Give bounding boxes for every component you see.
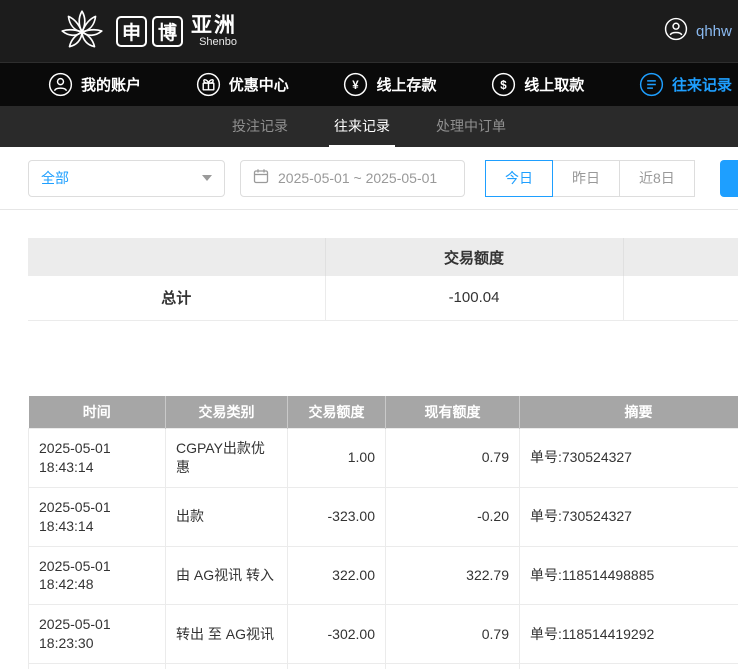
summary-total-row: 总计 -100.04 (28, 276, 738, 320)
table-cell: 302.79 (386, 664, 520, 669)
table-cell: 单号:730524327 (520, 487, 738, 546)
withdraw-coin-icon: $ (491, 72, 516, 97)
table-cell: 2025-05-01 18:23:21 (29, 664, 166, 669)
chevron-down-icon (202, 175, 212, 181)
tab-transaction-records[interactable]: 往来记录 (329, 106, 395, 147)
summary-total-blank (623, 276, 738, 320)
summary-header-row: 交易额度 (28, 238, 738, 276)
user-account[interactable]: qhhw (664, 0, 732, 62)
date-range-value: 2025-05-01 ~ 2025-05-01 (278, 170, 437, 186)
calendar-icon (253, 168, 269, 189)
nav-item-withdraw[interactable]: $ 线上取款 (491, 72, 584, 97)
top-bar: 申 博 亚洲 Shenbo qhhw (0, 0, 738, 62)
brand-en-name: Shenbo (199, 36, 237, 48)
nav-item-label: 我的账户 (81, 74, 141, 95)
avatar-icon (664, 17, 688, 46)
table-cell: 单号:118514419292 (520, 605, 738, 664)
last-8-days-button[interactable]: 近8日 (619, 160, 695, 197)
summary-table: 交易额度 总计 -100.04 (28, 238, 738, 321)
table-row: 2025-05-01 18:43:14出款-323.00-0.20单号:7305… (29, 487, 738, 546)
transactions-table-head: 时间 交易类别 交易额度 现有额度 摘要 (29, 396, 738, 429)
table-cell: CGPAY出款优惠 (166, 429, 288, 488)
brand[interactable]: 申 博 亚洲 Shenbo (57, 6, 237, 56)
tab-label: 处理中订单 (436, 116, 506, 136)
user-circle-icon (48, 72, 73, 97)
header-current-balance: 现有额度 (386, 396, 520, 429)
deposit-coin-icon: ¥ (343, 72, 368, 97)
category-select-value: 全部 (41, 168, 69, 188)
table-cell: 出款 (166, 487, 288, 546)
header-transaction-type: 交易类别 (166, 396, 288, 429)
table-cell: 2025-05-01 18:42:48 (29, 546, 166, 605)
table-cell: 2025-05-01 18:43:14 (29, 487, 166, 546)
svg-text:$: $ (501, 80, 508, 92)
tab-processing-orders[interactable]: 处理中订单 (431, 106, 511, 147)
page: 申 博 亚洲 Shenbo qhhw 我的账户 (0, 0, 738, 669)
table-cell: -0.20 (386, 487, 520, 546)
header-time: 时间 (29, 396, 166, 429)
transactions-table: 时间 交易类别 交易额度 现有额度 摘要 2025-05-01 18:43:14… (28, 396, 738, 669)
table-cell: 由 AG视讯 转入 (166, 546, 288, 605)
table-cell: 单号:202505023947391225 (520, 664, 738, 669)
nav-item-deposit[interactable]: ¥ 线上存款 (343, 72, 436, 97)
table-cell: 2025-05-01 18:23:30 (29, 605, 166, 664)
brand-text: 亚洲 Shenbo (191, 14, 237, 48)
table-cell: 0.79 (386, 429, 520, 488)
nav-item-label: 线上取款 (524, 74, 584, 95)
table-cell: -323.00 (288, 487, 386, 546)
tab-betting-records[interactable]: 投注记录 (227, 106, 293, 147)
header-transaction-amount: 交易额度 (288, 396, 386, 429)
main-nav: 我的账户 优惠中心 ¥ 线上存款 $ 线上取款 (0, 62, 738, 106)
transactions-table-body: 2025-05-01 18:43:14CGPAY出款优惠1.000.79单号:7… (29, 429, 738, 669)
summary-header-amount: 交易额度 (325, 238, 623, 276)
table-cell: 322.79 (386, 546, 520, 605)
table-cell: 转出 至 AG视讯 (166, 605, 288, 664)
svg-text:¥: ¥ (353, 80, 360, 92)
nav-item-transaction-records[interactable]: 往来记录 (639, 72, 732, 97)
nav-item-promotions[interactable]: 优惠中心 (196, 72, 289, 97)
table-row: 2025-05-01 18:42:48由 AG视讯 转入322.00322.79… (29, 546, 738, 605)
summary-total-value: -100.04 (325, 276, 623, 320)
table-cell: 1.00 (288, 429, 386, 488)
nav-item-my-account[interactable]: 我的账户 (48, 72, 141, 97)
tab-label: 往来记录 (334, 116, 390, 136)
table-cell: 2025-05-01 18:43:14 (29, 429, 166, 488)
table-cell: CGPAY-CG钱包支付笔笔送优惠 (166, 664, 288, 669)
category-select[interactable]: 全部 (28, 160, 225, 197)
today-button[interactable]: 今日 (485, 160, 553, 197)
lotus-logo-icon (57, 6, 107, 56)
table-cell: -302.00 (288, 605, 386, 664)
yesterday-button[interactable]: 昨日 (552, 160, 620, 197)
table-cell: 0.79 (386, 605, 520, 664)
table-row: 2025-05-01 18:23:21CGPAY-CG钱包支付笔笔送优惠1.62… (29, 664, 738, 669)
brand-region: 亚洲 (191, 14, 237, 37)
gift-icon (196, 72, 221, 97)
table-cell: 322.00 (288, 546, 386, 605)
nav-item-label: 优惠中心 (229, 74, 289, 95)
header-summary: 摘要 (520, 396, 738, 429)
quick-date-buttons: 今日 昨日 近8日 (486, 160, 695, 197)
filter-bar: 全部 2025-05-01 ~ 2025-05-01 今日 昨日 近8日 (0, 147, 738, 210)
brand-char-box: 申 (116, 16, 147, 47)
nav-item-label: 往来记录 (672, 74, 732, 95)
search-button[interactable] (720, 160, 738, 197)
records-icon (639, 72, 664, 97)
date-range-input[interactable]: 2025-05-01 ~ 2025-05-01 (240, 160, 465, 197)
nav-item-label: 线上存款 (376, 74, 436, 95)
table-header-row: 时间 交易类别 交易额度 现有额度 摘要 (29, 396, 738, 429)
summary-header-blank (623, 238, 738, 276)
table-cell: 单号:118514498885 (520, 546, 738, 605)
sub-nav: 投注记录 往来记录 处理中订单 (0, 106, 738, 147)
summary-header-blank (28, 238, 325, 276)
table-row: 2025-05-01 18:23:30转出 至 AG视讯-302.000.79单… (29, 605, 738, 664)
brand-char-box: 博 (152, 16, 183, 47)
table-cell: 1.62 (288, 664, 386, 669)
table-cell: 单号:730524327 (520, 429, 738, 488)
table-row: 2025-05-01 18:43:14CGPAY出款优惠1.000.79单号:7… (29, 429, 738, 488)
username: qhhw (696, 23, 732, 40)
tab-label: 投注记录 (232, 116, 288, 136)
summary-total-label: 总计 (28, 276, 325, 320)
